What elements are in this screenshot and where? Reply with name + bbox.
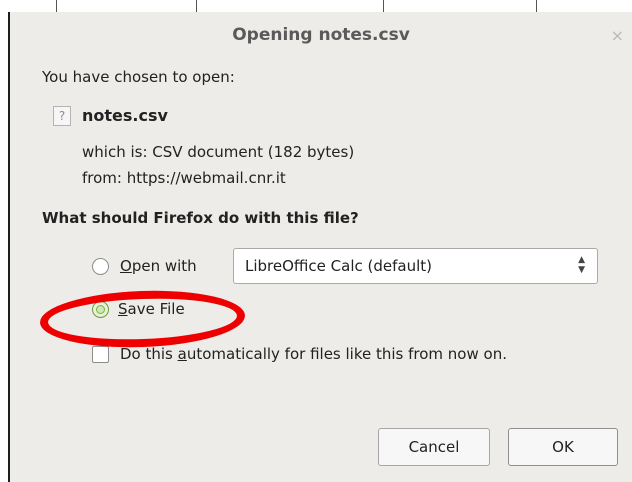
auto-label-pre: Do this: [120, 345, 178, 363]
open-with-label[interactable]: Open with: [120, 257, 197, 275]
application-select-value: LibreOffice Calc (default): [245, 257, 432, 275]
background-window-edge: [8, 0, 632, 12]
ok-button[interactable]: OK: [508, 428, 618, 466]
accel-letter: a: [177, 345, 187, 363]
download-dialog: Opening notes.csv × You have chosen to o…: [8, 12, 632, 482]
auto-action-checkbox[interactable]: [92, 346, 109, 363]
file-name: notes.csv: [82, 106, 168, 125]
auto-action-label[interactable]: Do this automatically for files like thi…: [120, 345, 507, 363]
cancel-button[interactable]: Cancel: [378, 428, 490, 466]
intro-text: You have chosen to open:: [42, 68, 235, 86]
red-highlight-ellipse: [39, 287, 246, 351]
file-source-label: from:: [82, 169, 122, 187]
application-select[interactable]: LibreOffice Calc (default) ▲ ▼: [233, 248, 598, 284]
action-question: What should Firefox do with this file?: [42, 209, 359, 227]
auto-label-rest: utomatically for files like this from no…: [186, 345, 507, 363]
file-source-value: https://webmail.cnr.it: [126, 169, 286, 187]
file-source-row: from: https://webmail.cnr.it: [82, 169, 286, 187]
edge-tick: [56, 0, 57, 12]
edge-tick: [196, 0, 197, 12]
dialog-title: Opening notes.csv: [232, 25, 410, 45]
open-with-label-rest: pen with: [131, 257, 197, 275]
edge-tick: [536, 0, 537, 12]
file-type-row: which is: CSV document (182 bytes): [82, 143, 354, 161]
file-type-label: which is:: [82, 143, 148, 161]
accel-letter: O: [120, 257, 132, 275]
open-with-radio[interactable]: [92, 258, 109, 275]
close-icon[interactable]: ×: [611, 26, 624, 45]
unknown-file-icon: ?: [53, 106, 71, 126]
file-type-value: CSV document (182 bytes): [152, 143, 355, 161]
select-arrows-icon: ▲ ▼: [578, 255, 585, 275]
edge-tick: [383, 0, 384, 12]
